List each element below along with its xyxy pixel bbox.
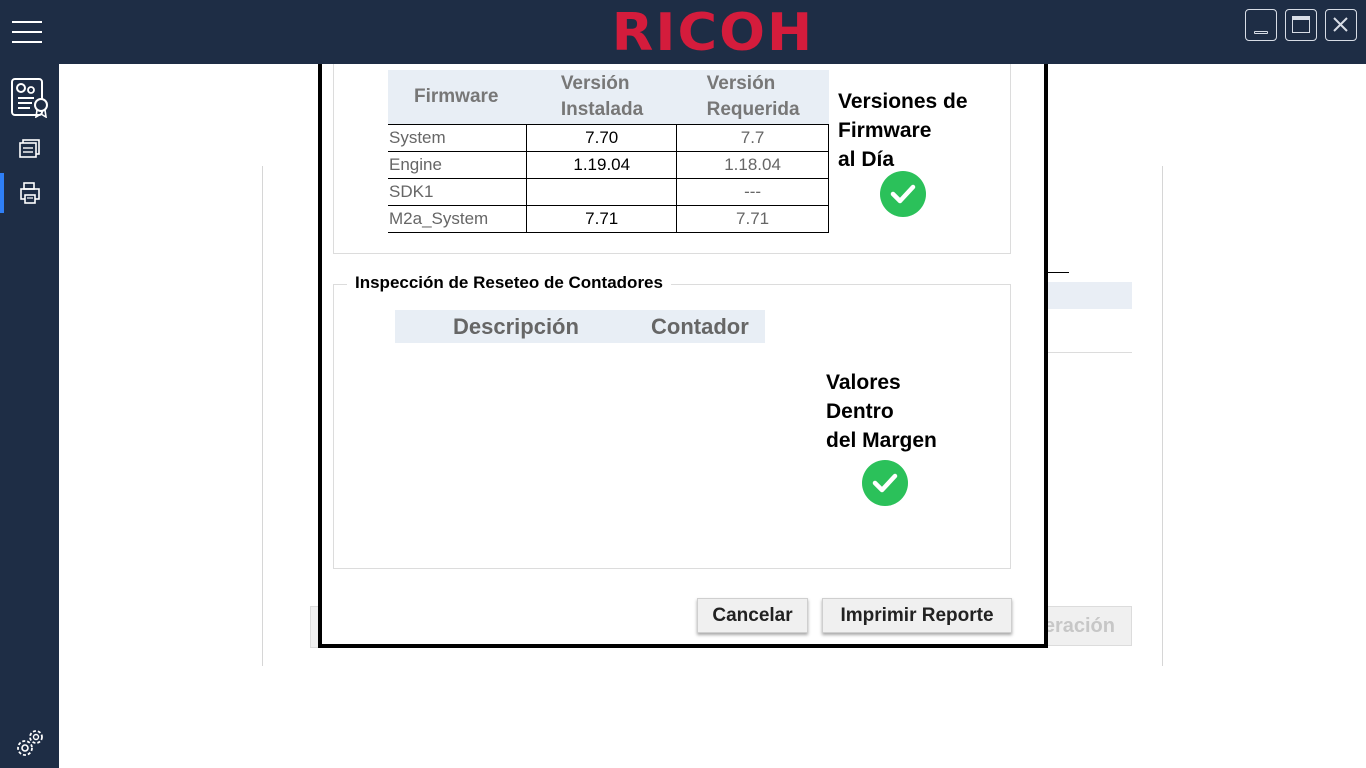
background-operation-button: eración bbox=[1046, 606, 1132, 646]
printer-report-icon[interactable] bbox=[0, 178, 59, 208]
firmware-status-text: Versiones de Firmware al Día bbox=[838, 90, 968, 171]
firmware-cell-component: SDK1 bbox=[388, 177, 528, 206]
sidebar bbox=[0, 64, 59, 768]
firmware-section: Firmware Versión Instalada Versión Reque… bbox=[333, 64, 1011, 254]
counters-ok-check-icon bbox=[862, 460, 908, 506]
firmware-row: Engine 1.19.04 1.18.04 bbox=[388, 150, 829, 179]
firmware-cell-component: System bbox=[388, 123, 528, 152]
firmware-row: M2a_System 7.71 7.71 bbox=[388, 204, 829, 233]
firmware-row: SDK1 --- bbox=[388, 177, 829, 206]
counters-section: Descripción Contador Valores Dentro del … bbox=[333, 284, 1011, 569]
config-certificate-icon[interactable] bbox=[0, 72, 59, 122]
header-description: Descripción bbox=[453, 313, 579, 339]
counters-status-text: Valores Dentro del Margen bbox=[826, 371, 937, 452]
header-counter: Contador bbox=[651, 313, 749, 339]
firmware-table: Firmware Versión Instalada Versión Reque… bbox=[388, 70, 829, 233]
minimize-icon[interactable] bbox=[1245, 9, 1277, 41]
header-firmware: Firmware bbox=[388, 70, 527, 124]
cancel-button[interactable]: Cancelar bbox=[697, 598, 808, 633]
header-required: Versión Requerida bbox=[676, 70, 829, 124]
document-stack-icon[interactable] bbox=[0, 134, 59, 164]
header-installed: Versión Instalada bbox=[526, 70, 677, 124]
firmware-cell-installed: 7.70 bbox=[526, 123, 678, 152]
firmware-cell-installed bbox=[526, 177, 678, 206]
firmware-cell-required: --- bbox=[676, 177, 829, 206]
firmware-cell-required: 1.18.04 bbox=[676, 150, 829, 179]
firmware-cell-required: 7.7 bbox=[676, 123, 829, 152]
close-icon[interactable] bbox=[1325, 9, 1357, 41]
hamburger-menu-icon[interactable] bbox=[12, 21, 42, 43]
counters-section-title: Inspección de Reseteo de Contadores bbox=[347, 273, 671, 293]
firmware-ok-check-icon bbox=[880, 171, 926, 217]
ricoh-logo: RICOH bbox=[611, 2, 815, 63]
firmware-cell-required: 7.71 bbox=[676, 204, 829, 233]
firmware-cell-installed: 1.19.04 bbox=[526, 150, 678, 179]
report-dialog: Firmware Versión Instalada Versión Reque… bbox=[318, 64, 1048, 648]
firmware-cell-component: M2a_System bbox=[388, 204, 528, 233]
background-row-divider bbox=[1048, 352, 1132, 353]
title-bar: RICOH bbox=[0, 0, 1366, 64]
counters-table-header: Descripción Contador bbox=[395, 310, 765, 343]
background-table-header bbox=[1048, 282, 1132, 309]
print-report-button[interactable]: Imprimir Reporte bbox=[822, 598, 1012, 633]
firmware-cell-installed: 7.71 bbox=[526, 204, 678, 233]
maximize-icon[interactable] bbox=[1285, 9, 1317, 41]
settings-gears-icon[interactable] bbox=[0, 724, 59, 764]
firmware-row: System 7.70 7.7 bbox=[388, 123, 829, 152]
firmware-cell-component: Engine bbox=[388, 150, 528, 179]
